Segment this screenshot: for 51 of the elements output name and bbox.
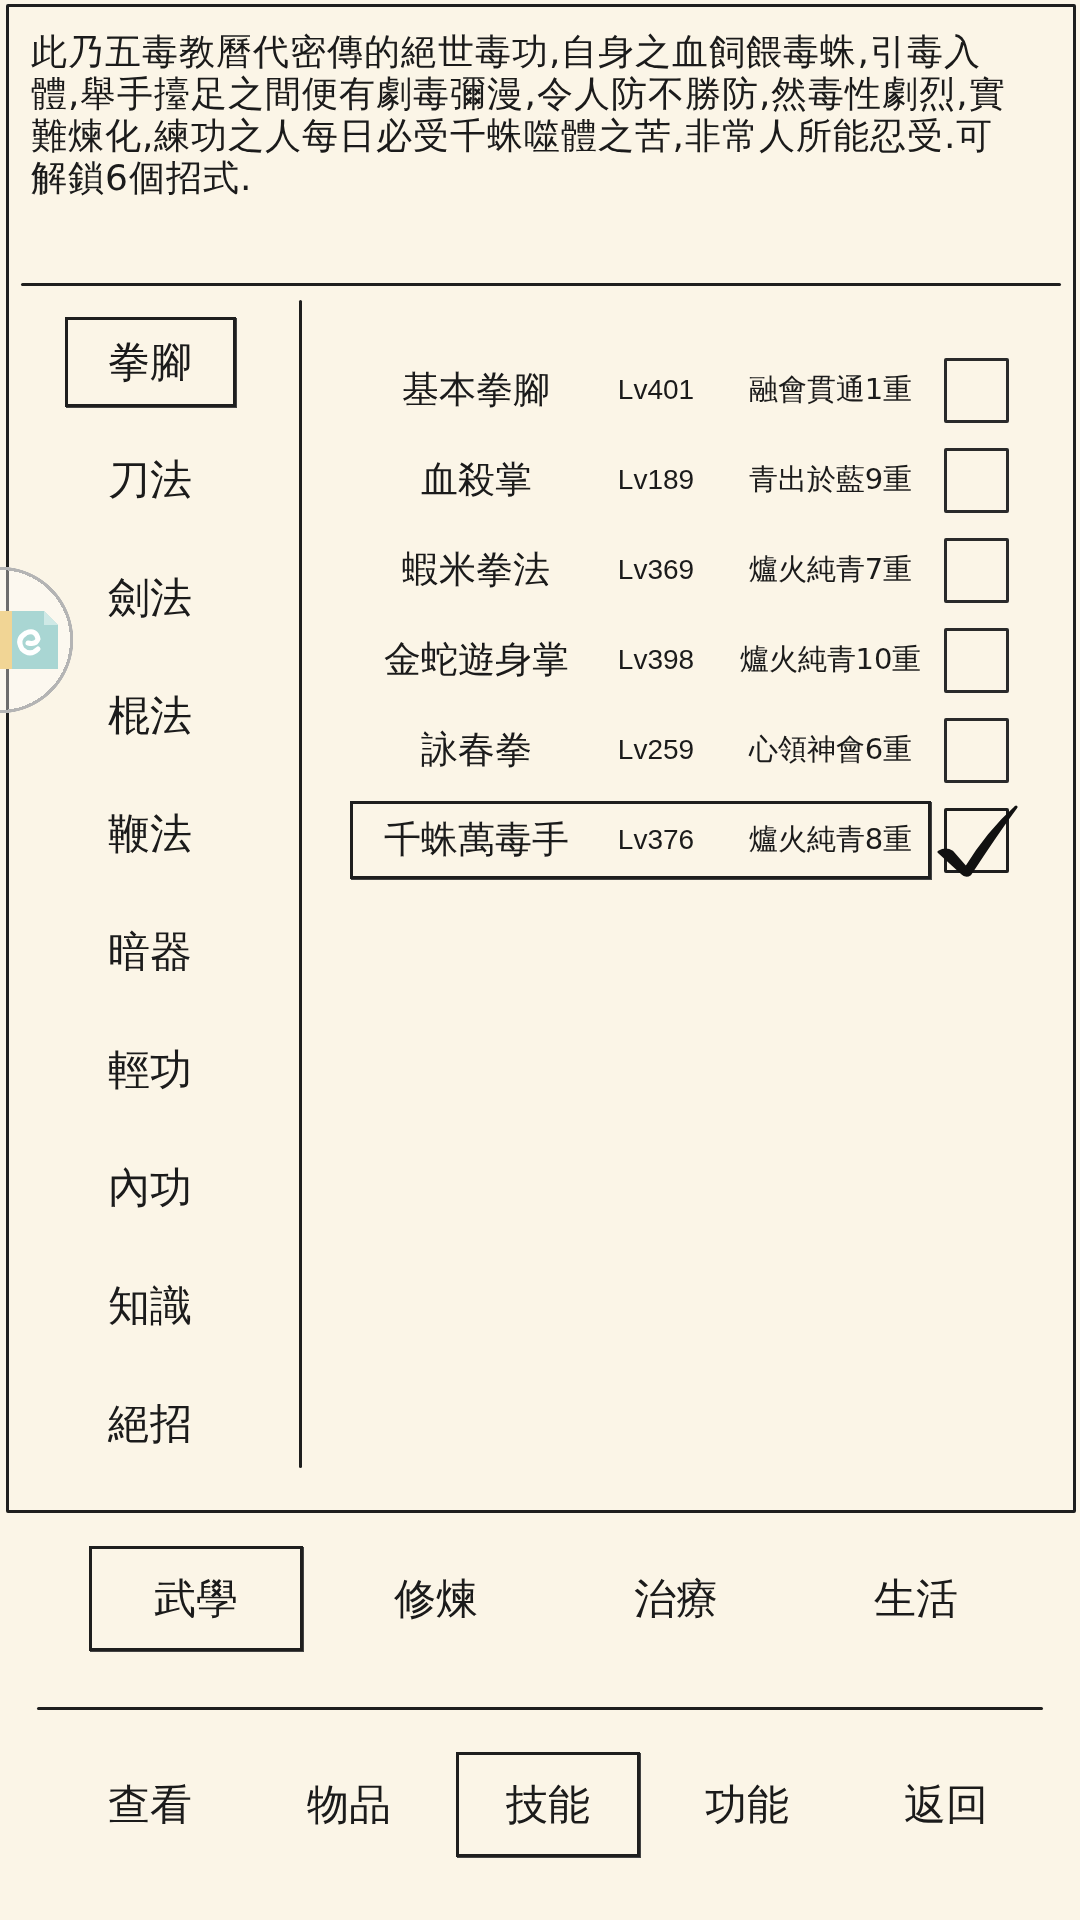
section-tab[interactable]: 武學 [89, 1546, 303, 1651]
checkbox[interactable] [944, 717, 1009, 783]
nav-tab[interactable]: 返回 [853, 1752, 1038, 1857]
category-tab[interactable]: 知識 [64, 1261, 236, 1351]
skill-level: Lv259 [617, 734, 695, 766]
category-tab[interactable]: 暗器 [64, 907, 236, 997]
category-tab[interactable]: 鞭法 [64, 789, 236, 879]
skill-rank: 青出於藍9重 [748, 461, 913, 498]
checkbox[interactable] [944, 447, 1009, 513]
skill-row[interactable]: 血殺掌 Lv189 青出於藍9重 [350, 441, 931, 519]
skill-row[interactable]: 千蛛萬毒手 Lv376 爐火純青8重 [350, 801, 931, 879]
swirl-tile-icon [0, 611, 58, 669]
category-tab[interactable]: 棍法 [64, 671, 236, 761]
category-tab[interactable]: 絕招 [64, 1379, 236, 1469]
skill-name: 千蛛萬毒手 [383, 817, 569, 863]
category-tab[interactable]: 刀法 [64, 435, 236, 525]
description-text: 此乃五毒教曆代密傳的絕世毒功,自身之血飼餵毒蛛,引毒入體,舉手擡足之間便有劇毒彌漫,令人防不勝防,然毒性劇烈,實難煉化,練功之人每日必受千蛛噬體之苦,非常人所能忍受.可解鎖6個招式. [31, 31, 1007, 199]
skill-level: Lv189 [617, 464, 695, 496]
section-tab[interactable]: 修煉 [329, 1546, 543, 1651]
section-tab[interactable]: 生活 [809, 1546, 1023, 1651]
skill-row[interactable]: 基本拳腳 Lv401 融會貫通1重 [350, 351, 931, 429]
skill-row[interactable]: 詠春拳 Lv259 心領神會6重 [350, 711, 931, 789]
checkmark-icon [936, 803, 1018, 877]
skill-name: 蝦米拳法 [402, 547, 550, 593]
category-tab[interactable]: 輕功 [64, 1025, 236, 1115]
nav-tab[interactable]: 技能 [455, 1752, 640, 1857]
skill-level: Lv401 [617, 374, 695, 406]
skill-name: 血殺掌 [420, 457, 532, 503]
skill-row[interactable]: 金蛇遊身掌 Lv398 爐火純青10重 [350, 621, 931, 699]
skill-rank: 融會貫通1重 [748, 371, 913, 408]
skill-level: Lv398 [617, 644, 695, 676]
nav-tab[interactable]: 功能 [654, 1752, 839, 1857]
nav-tab[interactable]: 查看 [57, 1752, 242, 1857]
skill-name: 金蛇遊身掌 [383, 637, 569, 683]
section-tab[interactable]: 治療 [569, 1546, 783, 1651]
skill-rank: 爐火純青7重 [748, 551, 913, 588]
skill-row[interactable]: 蝦米拳法 Lv369 爐火純青7重 [350, 531, 931, 609]
skill-level: Lv369 [617, 554, 695, 586]
skill-rank: 爐火純青10重 [739, 641, 922, 678]
category-tab[interactable]: 劍法 [64, 553, 236, 643]
skill-level: Lv376 [617, 824, 695, 856]
skill-rank: 心領神會6重 [748, 731, 913, 768]
skill-name: 詠春拳 [420, 727, 532, 773]
category-tab[interactable]: 內功 [64, 1143, 236, 1233]
category-tab[interactable]: 拳腳 [64, 317, 236, 407]
skill-rank: 爐火純青8重 [748, 821, 913, 858]
nav-tab[interactable]: 物品 [256, 1752, 441, 1857]
checkbox[interactable] [944, 357, 1009, 423]
checkbox[interactable] [944, 537, 1009, 603]
checkbox[interactable] [944, 627, 1009, 693]
skill-name: 基本拳腳 [402, 367, 550, 413]
